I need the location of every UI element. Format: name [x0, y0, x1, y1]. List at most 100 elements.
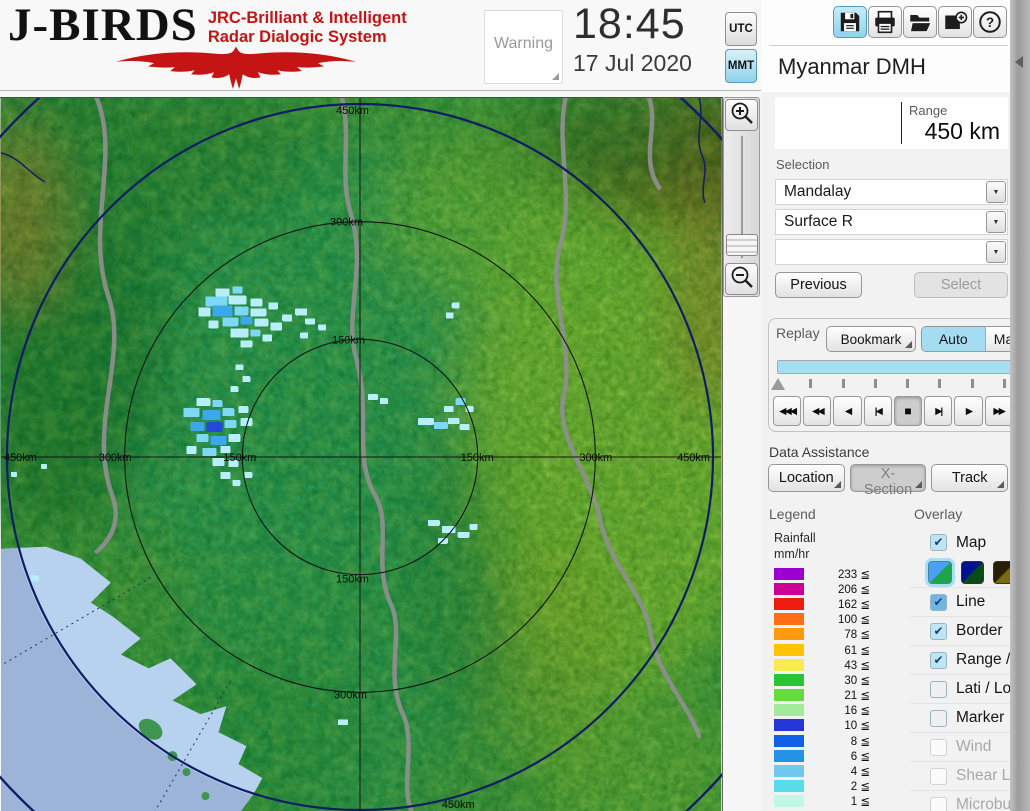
- svg-text:150km: 150km: [461, 452, 494, 464]
- help-button[interactable]: ?: [973, 6, 1007, 38]
- timeline-start-marker[interactable]: [771, 378, 785, 390]
- legend-color-swatch: [774, 567, 804, 580]
- add-image-button[interactable]: [938, 6, 972, 38]
- svg-text:150km: 150km: [223, 452, 256, 464]
- dropdown-corner-icon: [905, 341, 912, 348]
- location-button[interactable]: Location: [768, 464, 845, 492]
- dropdown-corner-icon: [915, 481, 923, 488]
- timeline-tick: [906, 379, 909, 388]
- legend-row: 233 ≦: [774, 566, 894, 581]
- zoom-in-button[interactable]: [725, 99, 758, 131]
- legend-color-swatch: [774, 704, 804, 717]
- jbirds-app: J-BIRDS JRC-Brilliant & Intelligent Rada…: [0, 0, 1030, 811]
- timeline-tick: [938, 379, 942, 388]
- legend-color-swatch: [774, 719, 804, 732]
- dropdown-corner-icon: [833, 481, 841, 488]
- warning-selector[interactable]: Warning: [484, 10, 563, 84]
- auto-mode-button[interactable]: Auto: [922, 327, 986, 351]
- bookmark-button[interactable]: Bookmark: [826, 326, 916, 352]
- eagle-logo-icon: [116, 46, 356, 89]
- overlay-checkbox-border[interactable]: ✔: [930, 622, 947, 640]
- legend-row: 43 ≦: [774, 657, 894, 672]
- selection-field-2[interactable]: Surface R ▼: [775, 209, 1008, 235]
- playback-controls: ◀◀◀◀◀◀|◀■▶|▶▶▶▶▶▶: [773, 396, 1030, 426]
- legend-row: 100 ≦: [774, 612, 894, 627]
- playback-back-button[interactable]: ◀: [833, 396, 862, 426]
- legend-color-swatch: [774, 597, 804, 610]
- overlay-checkbox-lati-long[interactable]: [930, 680, 947, 698]
- overlay-item-label: Wind: [956, 738, 992, 755]
- svg-text:150km: 150km: [332, 334, 365, 346]
- legend-color-swatch: [774, 765, 804, 778]
- chevron-down-icon[interactable]: ▼: [986, 241, 1006, 263]
- chevron-down-icon[interactable]: ▼: [986, 211, 1006, 233]
- timeline-tick: [809, 379, 813, 388]
- legend-row: 61 ≦: [774, 642, 894, 657]
- map-style-swatch-1[interactable]: [928, 560, 952, 584]
- zoom-slider-track[interactable]: [725, 132, 758, 262]
- playback-play-button[interactable]: ▶: [954, 396, 983, 426]
- svg-text:300km: 300km: [579, 452, 612, 464]
- overlay-checkbox-range-az[interactable]: ✔: [930, 651, 947, 669]
- timeline-tick: [841, 379, 845, 388]
- playback-step-back-button[interactable]: |◀: [863, 396, 892, 426]
- mmt-button[interactable]: MMT: [725, 49, 757, 83]
- chevron-down-icon[interactable]: ▼: [986, 181, 1006, 203]
- overlay-checkbox-line[interactable]: ✔: [930, 593, 947, 611]
- timeline-tick: [873, 379, 877, 388]
- legend-color-swatch: [774, 749, 804, 762]
- replay-label: Replay: [776, 325, 820, 341]
- legend-threshold: 30 ≦: [844, 674, 870, 687]
- playback-stop-button[interactable]: ■: [893, 396, 923, 426]
- print-button[interactable]: [868, 6, 902, 38]
- legend-threshold: 10 ≦: [844, 720, 870, 733]
- selection-field-1[interactable]: Mandalay ▼: [775, 179, 1008, 205]
- station-name: Myanmar DMH: [778, 54, 926, 79]
- legend-threshold: 16 ≦: [844, 705, 870, 718]
- x-section-button[interactable]: X-Section: [849, 464, 927, 498]
- save-button[interactable]: [833, 6, 867, 38]
- track-button[interactable]: Track: [931, 464, 1009, 492]
- range-label: Range: [909, 103, 948, 118]
- open-folder-button[interactable]: [903, 6, 937, 38]
- overlay-label: Overlay: [914, 506, 963, 522]
- legend-row: 206 ≦: [774, 581, 894, 596]
- overlay-checkbox-map[interactable]: ✔: [930, 534, 947, 551]
- selection-field-3[interactable]: ▼: [775, 239, 1008, 265]
- save-icon: [840, 12, 860, 32]
- replay-timeline-ruler: [771, 377, 1030, 391]
- map-style-swatch-2[interactable]: [960, 560, 984, 584]
- legend-unit: mm/hr: [774, 547, 810, 561]
- zoom-out-button[interactable]: [725, 263, 758, 295]
- zoom-slider-handle[interactable]: [726, 234, 758, 256]
- svg-text:150km: 150km: [336, 574, 369, 586]
- legend-row: 4 ≦: [774, 763, 894, 778]
- overlay-item-label: Border: [956, 622, 1003, 639]
- overlay-checkbox-marker[interactable]: [930, 709, 947, 727]
- panel-collapse-strip[interactable]: [1010, 0, 1030, 811]
- map-zoom-control: [723, 97, 760, 297]
- range-display: Range 450 km: [775, 97, 1008, 149]
- legend-row: 21 ≦: [774, 688, 894, 703]
- rainfall-legend: 233 ≦ 206 ≦ 162 ≦ 100 ≦ 78 ≦ 61 ≦ 43 ≦ 30 ≦ 21 ≦…: [774, 566, 894, 809]
- radar-map[interactable]: 450km 300km 150km 450km 300km 150km 150km 300km…: [0, 97, 723, 811]
- svg-text:300km: 300km: [99, 452, 132, 464]
- resize-corner-icon: [552, 73, 559, 80]
- legend-threshold: 233 ≦: [837, 568, 870, 581]
- utc-button[interactable]: UTC: [725, 12, 757, 46]
- magnifier-minus-icon: [731, 266, 753, 288]
- legend-threshold: 43 ≦: [844, 659, 870, 672]
- playback-step-forward-button[interactable]: ▶|: [924, 396, 953, 426]
- overlay-item-label: Line: [956, 593, 986, 610]
- previous-button[interactable]: Previous: [775, 272, 862, 298]
- legend-row: 16 ≦: [774, 703, 894, 718]
- replay-slider[interactable]: [777, 358, 1030, 374]
- legend-row: 6 ≦: [774, 748, 894, 763]
- playback-rewind-button[interactable]: ◀◀: [803, 396, 832, 426]
- svg-text:450km: 450km: [442, 799, 475, 811]
- legend-row: 162 ≦: [774, 596, 894, 611]
- print-icon: [875, 10, 895, 34]
- select-button[interactable]: Select: [914, 272, 1008, 298]
- playback-rewind-fast-button[interactable]: ◀◀◀: [773, 396, 802, 426]
- playback-forward-button[interactable]: ▶▶: [984, 396, 1013, 426]
